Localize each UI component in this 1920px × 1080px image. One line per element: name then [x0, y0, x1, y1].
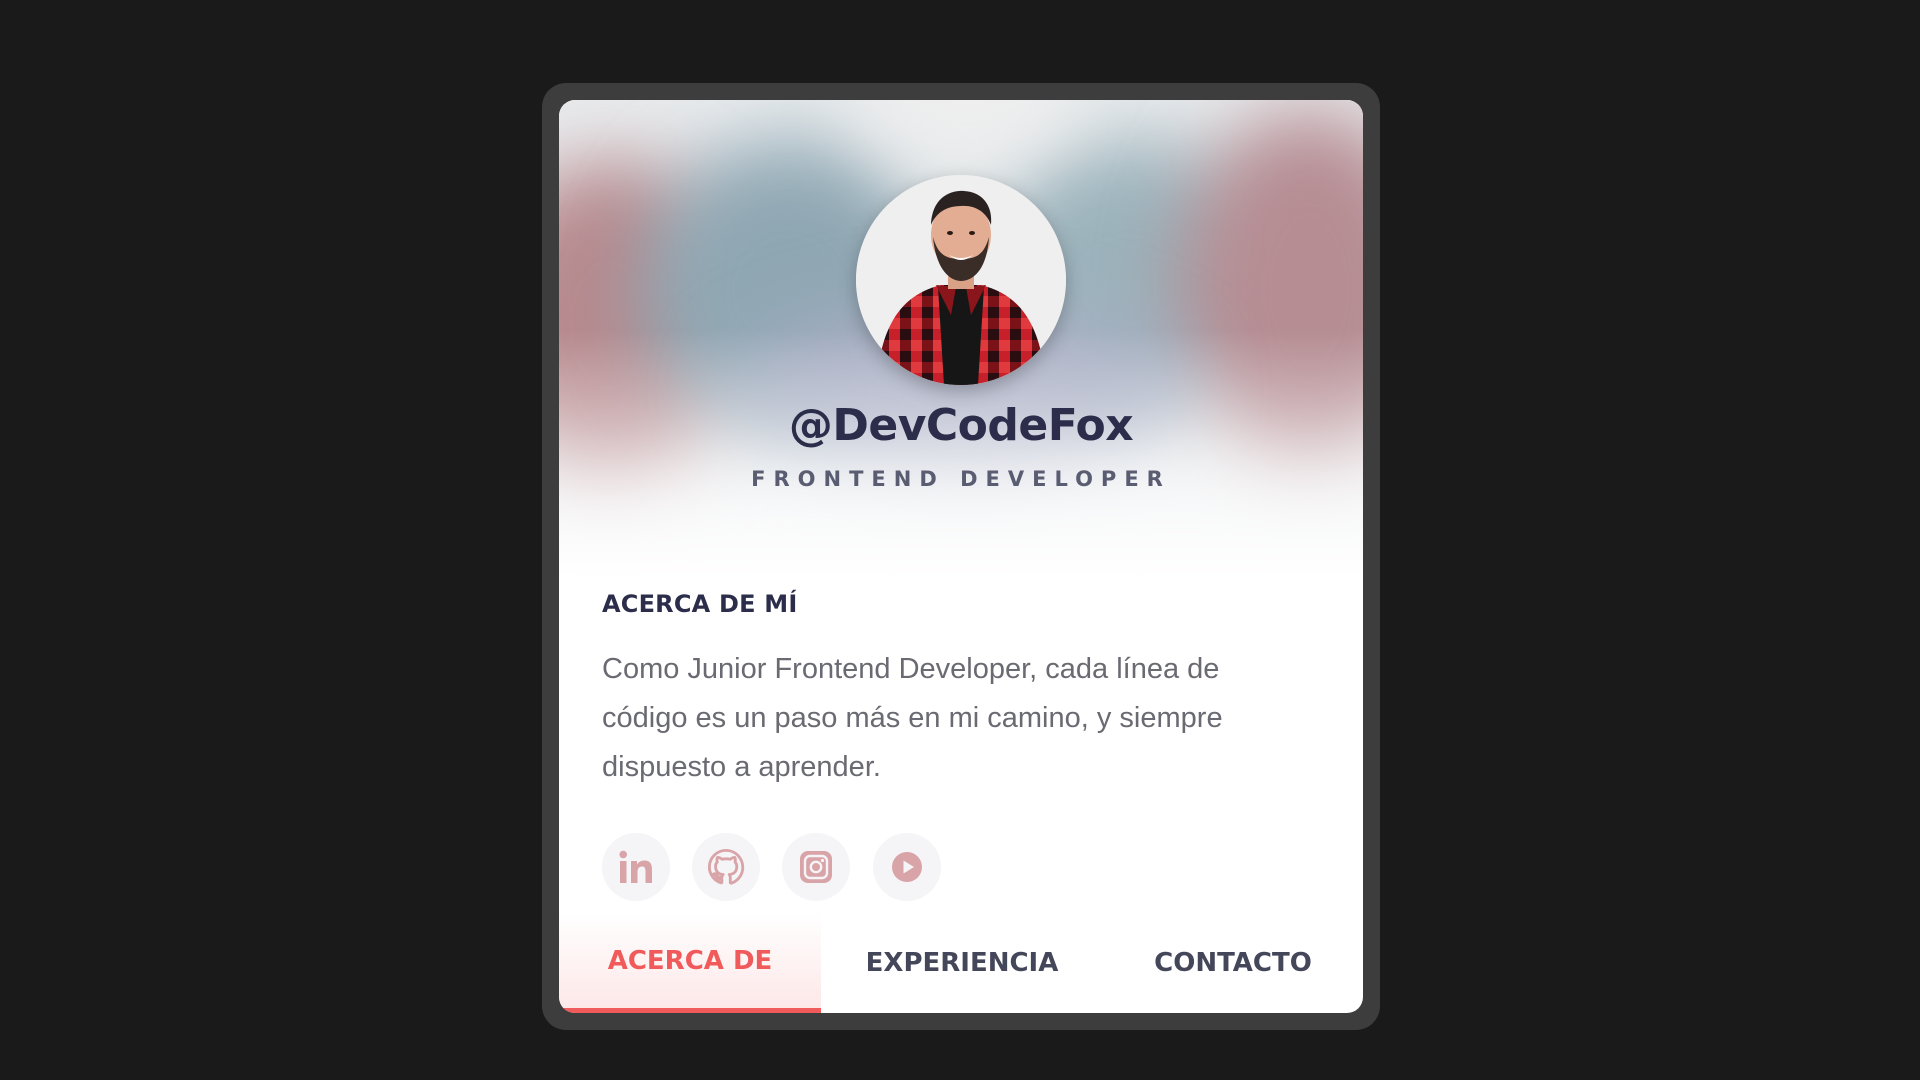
tab-bar: ACERCA DE EXPERIENCIA CONTACTO [559, 913, 1363, 1013]
instagram-link[interactable] [782, 833, 850, 901]
profile-header: @DevCodeFox FRONTEND DEVELOPER [559, 100, 1363, 580]
avatar [856, 175, 1066, 385]
profile-card: @DevCodeFox FRONTEND DEVELOPER ACERCA DE… [559, 100, 1363, 1013]
about-title: ACERCA DE MÍ [602, 590, 798, 618]
github-icon [707, 848, 745, 885]
profile-handle: @DevCodeFox [788, 400, 1134, 451]
linkedin-icon [619, 850, 652, 883]
github-link[interactable] [692, 833, 760, 901]
tab-experiencia[interactable]: EXPERIENCIA [821, 913, 1103, 1013]
tab-acerca-de[interactable]: ACERCA DE [559, 913, 821, 1013]
card-frame: @DevCodeFox FRONTEND DEVELOPER ACERCA DE… [542, 83, 1380, 1030]
instagram-icon [800, 851, 832, 883]
profile-role: FRONTEND DEVELOPER [751, 467, 1171, 491]
tab-contacto[interactable]: CONTACTO [1103, 913, 1363, 1013]
linkedin-link[interactable] [602, 833, 670, 901]
youtube-link[interactable] [873, 833, 941, 901]
header-gradient-blob [859, 100, 1079, 160]
avatar-photo [856, 175, 1066, 385]
about-text: Como Junior Frontend Developer, cada lín… [602, 653, 1223, 783]
youtube-icon [892, 852, 922, 882]
